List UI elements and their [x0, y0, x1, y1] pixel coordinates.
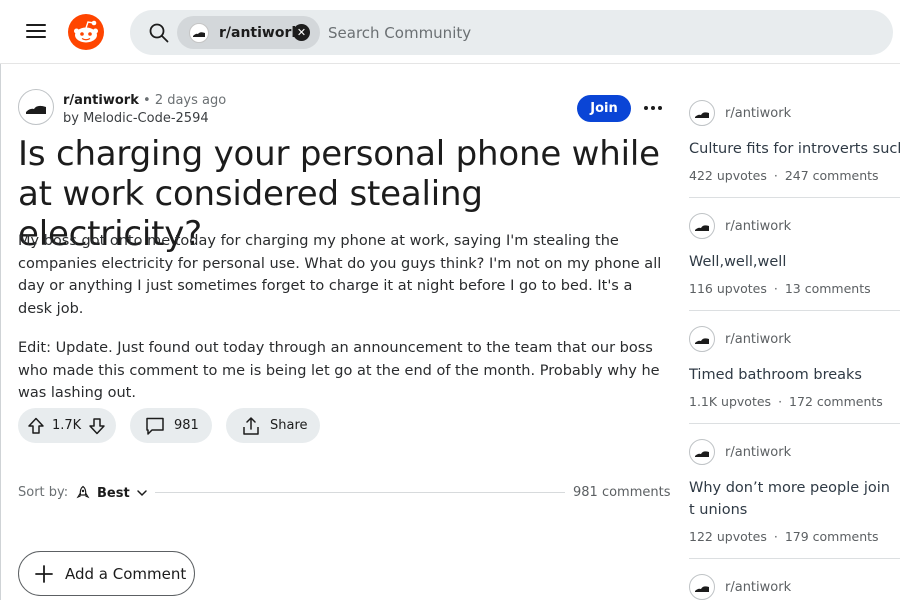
related-upvotes: 1.1K upvotes	[689, 394, 772, 409]
related-stats: 422 upvotes · 247 comments	[689, 168, 900, 183]
sort-label: Sort by:	[18, 485, 69, 500]
join-button[interactable]: Join	[577, 95, 631, 122]
related-upvotes: 422 upvotes	[689, 168, 767, 183]
upvote-count: 1.7K	[52, 418, 82, 433]
related-divider	[689, 310, 900, 311]
related-upvotes: 122 upvotes	[689, 529, 767, 544]
related-stats: 122 upvotes · 179 comments	[689, 529, 900, 544]
left-border	[0, 64, 1, 600]
related-divider	[689, 423, 900, 424]
hamburger-menu-icon[interactable]	[24, 20, 48, 44]
subreddit-link[interactable]: r/antiwork	[63, 93, 139, 108]
search-bar[interactable]: r/antiwork ✕	[130, 10, 893, 55]
share-icon	[243, 416, 259, 435]
search-icon[interactable]	[148, 22, 170, 44]
post-paragraph: Edit: Update. Just found out today throu…	[18, 340, 660, 401]
post-time: 2 days ago	[154, 93, 227, 108]
related-stats: 116 upvotes · 13 comments	[689, 281, 900, 296]
related-post[interactable]: r/antiwork	[689, 574, 900, 600]
subreddit-avatar-icon	[189, 22, 209, 43]
sort-value: Best	[97, 485, 130, 501]
share-button[interactable]: Share	[226, 408, 320, 443]
add-comment-label: Add a Comment	[65, 564, 187, 583]
post-author[interactable]: by Melodic-Code-2594	[63, 110, 226, 128]
subreddit-avatar-icon	[689, 439, 715, 465]
upvote-icon[interactable]	[26, 416, 46, 436]
clear-community-icon[interactable]: ✕	[293, 24, 310, 41]
comments-button[interactable]: 981	[130, 408, 212, 443]
comment-icon	[146, 417, 164, 435]
related-upvotes: 116 upvotes	[689, 281, 767, 296]
related-subreddit: r/antiwork	[725, 331, 792, 347]
comment-total: 981 comments	[573, 485, 671, 500]
chevron-down-icon	[136, 490, 147, 497]
top-bar: r/antiwork ✕	[0, 0, 900, 64]
subreddit-avatar-icon	[689, 326, 715, 352]
related-post[interactable]: r/antiwork Why don’t more people join t …	[689, 439, 900, 544]
related-subreddit: r/antiwork	[725, 579, 792, 595]
related-comments: 179 comments	[784, 529, 879, 544]
related-comments: 247 comments	[784, 168, 879, 183]
stats-separator: ·	[773, 281, 778, 296]
comments-count: 981	[174, 418, 199, 433]
subreddit-avatar-icon	[689, 213, 715, 239]
related-title[interactable]: Well,well,well	[689, 251, 900, 273]
stats-separator: ·	[773, 529, 778, 544]
reddit-logo-icon[interactable]	[68, 14, 104, 50]
post-paragraph: My boss got onto me today for charging m…	[18, 233, 662, 317]
related-subreddit: r/antiwork	[725, 105, 792, 121]
related-title[interactable]: Why don’t more people join t unions	[689, 477, 900, 521]
subreddit-avatar-icon	[689, 574, 715, 600]
related-comments: 172 comments	[789, 394, 883, 409]
sort-divider	[155, 492, 565, 493]
stats-separator: ·	[778, 394, 783, 409]
meta-separator: •	[143, 93, 151, 108]
downvote-icon[interactable]	[87, 416, 107, 436]
related-comments: 13 comments	[784, 281, 871, 296]
related-post[interactable]: r/antiwork Timed bathroom breaks 1.1K up…	[689, 326, 900, 409]
add-comment-button[interactable]: Add a Comment	[18, 551, 195, 596]
community-filter-chip[interactable]: r/antiwork ✕	[177, 16, 320, 49]
post-body: My boss got onto me today for charging m…	[18, 230, 668, 422]
related-subreddit: r/antiwork	[725, 444, 792, 460]
plus-icon	[35, 564, 53, 583]
related-divider	[689, 558, 900, 559]
share-label: Share	[270, 418, 308, 433]
community-chip-label: r/antiwork	[219, 24, 301, 41]
subreddit-avatar-icon	[689, 100, 715, 126]
vote-controls: 1.7K	[18, 408, 116, 443]
related-post[interactable]: r/antiwork Well,well,well 116 upvotes · 13…	[689, 213, 900, 296]
subreddit-avatar[interactable]	[18, 89, 54, 125]
sort-dropdown[interactable]: Best	[75, 483, 148, 503]
related-subreddit: r/antiwork	[725, 218, 792, 234]
post-meta: r/antiwork • 2 days ago by Melodic-Code-…	[63, 92, 226, 128]
related-title[interactable]: Culture fits for introverts suck	[689, 138, 900, 160]
more-options-icon[interactable]	[641, 100, 665, 116]
related-title[interactable]: Timed bathroom breaks	[689, 364, 900, 386]
related-stats: 1.1K upvotes · 172 comments	[689, 394, 900, 409]
rocket-icon	[76, 485, 90, 499]
related-divider	[689, 197, 900, 198]
related-post[interactable]: r/antiwork Culture fits for introverts s…	[689, 100, 900, 183]
search-input[interactable]	[328, 10, 848, 55]
stats-separator: ·	[773, 168, 778, 183]
